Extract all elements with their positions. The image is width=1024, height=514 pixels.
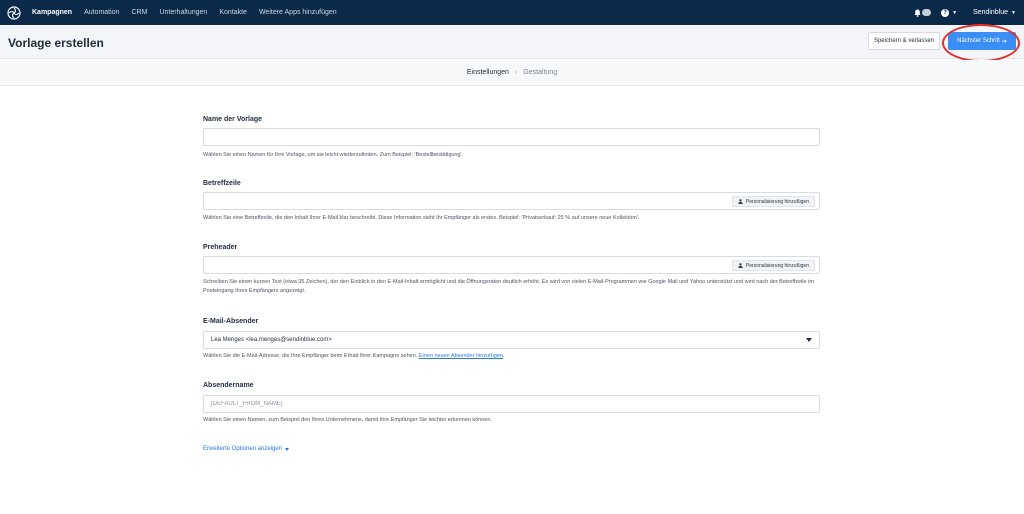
chevron-down-icon: ▼ xyxy=(952,9,958,16)
help-button[interactable]: ? ▼ xyxy=(941,8,958,17)
template-name-help: Wählen Sie einen Namen für Ihre Vorlage,… xyxy=(203,152,464,158)
next-step-label: Nächster Schritt xyxy=(957,38,1000,44)
notifications-button[interactable] xyxy=(914,9,932,17)
template-name-input[interactable] xyxy=(211,129,812,145)
save-and-exit-button[interactable]: Speichern & verlassen xyxy=(868,32,940,50)
preheader-personalize-button[interactable]: Personalisierung hinzufügen xyxy=(731,260,815,271)
sender-name-label: Absendername xyxy=(203,382,254,389)
subject-personalize-button[interactable]: Personalisierung hinzufügen xyxy=(731,196,815,207)
user-icon xyxy=(738,263,743,268)
top-nav: Kampagnen Automation CRM Unterhaltungen … xyxy=(0,0,1024,25)
sender-help: Wählen Sie die E-Mail-Adresse, die Ihre … xyxy=(203,352,820,361)
chevron-right-icon: › xyxy=(514,69,518,76)
preheader-help: Schreiben Sie einen kurzen Text (etwa 35… xyxy=(203,279,814,294)
sender-name-input[interactable] xyxy=(211,396,812,412)
template-name-label: Name der Vorlage xyxy=(203,116,263,123)
subject-input[interactable] xyxy=(211,193,812,209)
subject-help: Wählen Sie eine Betreffzeile, die den In… xyxy=(203,215,640,221)
template-name-field[interactable] xyxy=(203,128,820,146)
account-name: Sendinblue xyxy=(973,9,1009,16)
sender-name-field[interactable] xyxy=(203,395,820,413)
step-einstellungen[interactable]: Einstellungen xyxy=(467,69,509,76)
preheader-input[interactable] xyxy=(211,257,812,273)
notification-badge xyxy=(922,9,932,16)
user-icon xyxy=(738,199,743,204)
subject-field[interactable]: Personalisierung hinzufügen xyxy=(203,192,820,210)
bell-icon xyxy=(914,9,921,17)
caret-down-icon xyxy=(285,447,290,451)
sender-name-help: Wählen Sie einen Namen, zum Beispiel den… xyxy=(203,417,492,423)
nav-item-crm[interactable]: CRM xyxy=(131,9,147,16)
nav-right: ? ▼ Sendinblue ▼ xyxy=(904,0,1016,25)
account-menu[interactable]: Sendinblue ▼ xyxy=(973,9,1016,16)
sender-help-period: . xyxy=(502,353,505,359)
subject-label: Betreffzeile xyxy=(203,180,241,187)
page-title: Vorlage erstellen xyxy=(8,36,104,50)
nav-item-weitere-apps[interactable]: Weitere Apps hinzufügen xyxy=(259,9,337,16)
arrow-right-icon: ➔ xyxy=(1001,38,1007,45)
next-step-button[interactable]: Nächster Schritt ➔ xyxy=(948,32,1016,50)
preheader-personalize-label: Personalisierung hinzufügen xyxy=(745,262,809,269)
sender-select[interactable]: Lea Menges <lea.menges@sendinblue.com> xyxy=(203,331,820,349)
sender-help-text: Wählen Sie die E-Mail-Adresse, die Ihre … xyxy=(203,353,418,359)
breadcrumb: Einstellungen › Gestaltung xyxy=(0,60,1024,86)
add-sender-link[interactable]: Einen neuen Absender hinzufügen xyxy=(419,353,503,359)
nav-item-unterhaltungen[interactable]: Unterhaltungen xyxy=(159,9,207,16)
nav-item-kontakte[interactable]: Kontakte xyxy=(219,9,247,16)
preheader-field[interactable]: Personalisierung hinzufügen xyxy=(203,256,820,274)
sendinblue-logo-icon[interactable] xyxy=(6,5,22,21)
nav-item-kampagnen[interactable]: Kampagnen xyxy=(32,9,72,16)
subject-personalize-label: Personalisierung hinzufügen xyxy=(745,198,809,205)
nav-item-automation[interactable]: Automation xyxy=(84,9,119,16)
chevron-down-icon: ▼ xyxy=(1011,9,1016,16)
preheader-label: Preheader xyxy=(203,244,238,251)
advanced-options-label: Erweiterte Optionen anzeigen xyxy=(203,446,283,452)
advanced-options-link[interactable]: Erweiterte Optionen anzeigen xyxy=(203,446,290,452)
sender-selected-value: Lea Menges <lea.menges@sendinblue.com> xyxy=(211,337,332,343)
step-gestaltung[interactable]: Gestaltung xyxy=(523,69,557,76)
help-icon: ? xyxy=(941,8,950,17)
sender-label: E-Mail-Absender xyxy=(203,318,259,325)
chevron-down-icon xyxy=(806,338,812,342)
